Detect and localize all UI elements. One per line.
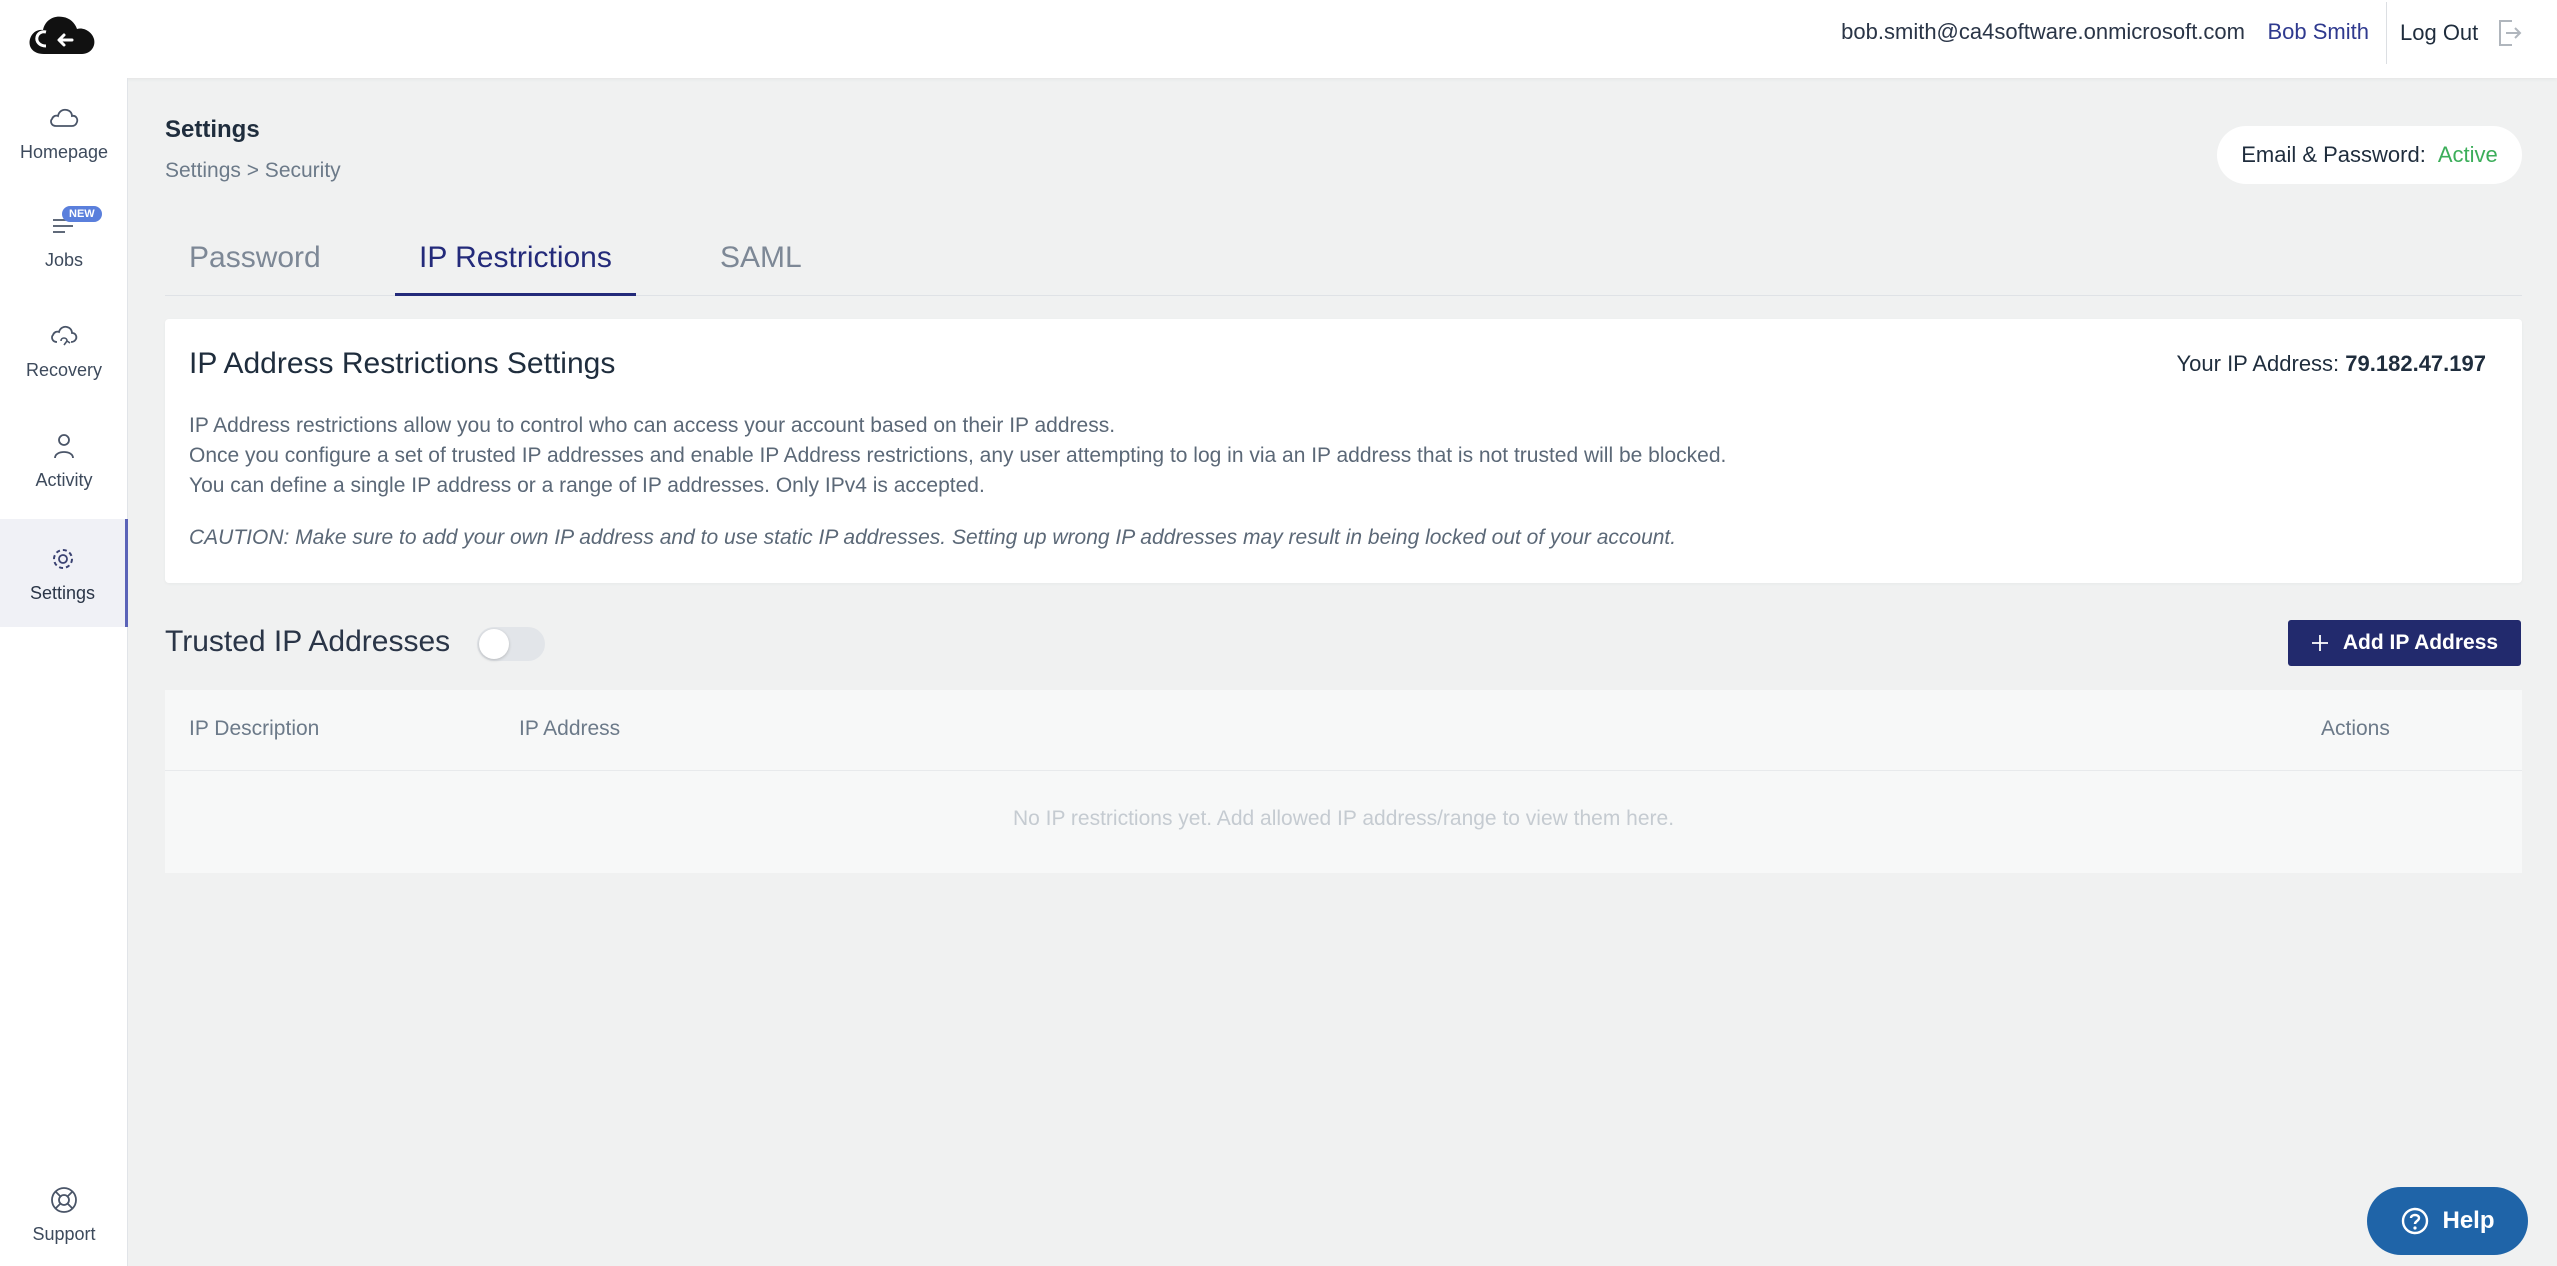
ip-label: Your IP Address: — [2176, 351, 2340, 376]
your-ip-address: Your IP Address: 79.182.47.197 — [2177, 351, 2487, 377]
description-line: IP Address restrictions allow you to con… — [189, 414, 1116, 437]
sidebar-item-label: Homepage — [19, 141, 109, 162]
column-header-ip-description: IP Description — [189, 717, 320, 740]
tab-password[interactable]: Password — [165, 234, 345, 296]
security-tabs: Password IP Restrictions SAML — [165, 220, 2522, 296]
sidebar-item-label: Recovery — [25, 359, 103, 380]
sidebar-item-label: Jobs — [44, 249, 84, 270]
description-line: Once you configure a set of trusted IP a… — [189, 444, 1727, 467]
top-bar: bob.smith@ca4software.onmicrosoft.com Bo… — [0, 0, 2557, 78]
table-header: IP Description IP Address Actions — [165, 690, 2522, 771]
cloud-icon — [50, 108, 79, 127]
recovery-icon — [51, 325, 78, 345]
ip-value: 79.182.47.197 — [2345, 351, 2486, 376]
trusted-ip-toggle[interactable] — [477, 627, 545, 661]
sidebar-item-homepage[interactable]: Homepage — [0, 78, 128, 186]
sidebar-item-support[interactable]: Support — [0, 1166, 128, 1262]
user-icon — [54, 433, 74, 458]
status-value: Active — [2437, 142, 2498, 167]
status-label: Email & Password: — [2241, 142, 2426, 167]
sidebar-item-settings[interactable]: Settings — [0, 519, 128, 627]
cloud-logo-icon[interactable] — [24, 10, 104, 60]
breadcrumb: Settings > Security — [165, 159, 341, 182]
user-email: bob.smith@ca4software.onmicrosoft.com — [1841, 19, 2245, 44]
lifebuoy-icon — [51, 1186, 77, 1213]
description-line: You can define a single IP address or a … — [189, 474, 985, 497]
empty-state-message: No IP restrictions yet. Add allowed IP a… — [1012, 807, 1675, 830]
add-ip-label: Add IP Address — [2342, 631, 2499, 654]
sidebar: Homepage NEW Jobs Recovery Activity Sett… — [0, 78, 128, 1266]
help-button[interactable]: Help — [2367, 1187, 2528, 1255]
sidebar-item-label: Support — [32, 1223, 96, 1244]
column-header-actions: Actions — [2321, 717, 2390, 740]
user-name-link[interactable]: Bob Smith — [2268, 19, 2370, 45]
page-title: Settings — [165, 116, 260, 143]
sidebar-item-recovery[interactable]: Recovery — [0, 296, 128, 404]
tab-ip-restrictions[interactable]: IP Restrictions — [395, 234, 636, 296]
logout-button[interactable]: Log Out — [2400, 18, 2522, 48]
help-label: Help — [2442, 1207, 2495, 1234]
add-ip-address-button[interactable]: Add IP Address — [2288, 620, 2521, 666]
sidebar-item-jobs[interactable]: NEW Jobs — [0, 186, 128, 294]
plus-icon — [2311, 635, 2328, 651]
header-divider — [2386, 2, 2387, 64]
gear-icon — [52, 548, 73, 569]
ip-restrictions-info-card: IP Address Restrictions Settings Your IP… — [165, 319, 2522, 583]
toggle-knob — [479, 629, 509, 659]
sidebar-item-label: Settings — [29, 582, 96, 603]
sidebar-item-activity[interactable]: Activity — [0, 406, 128, 514]
trusted-ip-table: IP Description IP Address Actions No IP … — [165, 690, 2522, 873]
card-title: IP Address Restrictions Settings — [189, 347, 616, 380]
card-description: IP Address restrictions allow you to con… — [189, 411, 1726, 501]
logout-icon — [2499, 20, 2522, 46]
sidebar-item-label: Activity — [35, 469, 93, 490]
trusted-ip-title: Trusted IP Addresses — [165, 625, 451, 658]
question-circle-icon — [2402, 1207, 2429, 1235]
column-header-ip-address: IP Address — [519, 717, 621, 740]
auth-status-badge: Email & Password: Active — [2217, 126, 2522, 184]
new-badge: NEW — [62, 206, 102, 222]
tab-saml[interactable]: SAML — [696, 234, 826, 296]
caution-text: CAUTION: Make sure to add your own IP ad… — [189, 526, 1677, 549]
logout-label: Log Out — [2400, 20, 2479, 45]
